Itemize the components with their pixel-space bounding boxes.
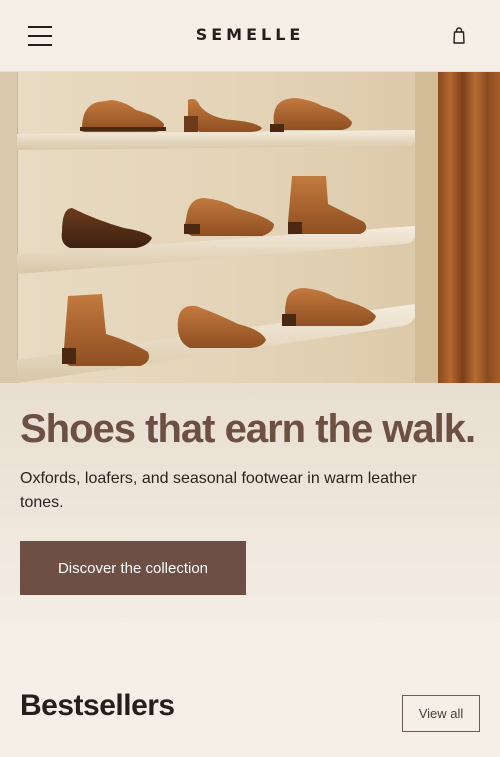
hero-headline: Shoes that earn the walk.: [20, 407, 476, 451]
shopping-bag-icon: [453, 27, 465, 44]
hero-subcopy: Oxfords, loafers, and seasonal footwear …: [20, 470, 417, 511]
hero-section: Shoes that earn the walk. Oxfords, loafe…: [0, 383, 500, 623]
discover-collection-button[interactable]: Discover the collection: [20, 541, 246, 595]
view-all-button[interactable]: View all: [402, 695, 480, 732]
cart-button[interactable]: [452, 27, 466, 45]
hero-image: [0, 72, 500, 383]
bestsellers-heading: Bestsellers: [20, 689, 175, 722]
site-header: SEMELLE: [0, 0, 500, 72]
brand-logo[interactable]: SEMELLE: [0, 25, 500, 44]
